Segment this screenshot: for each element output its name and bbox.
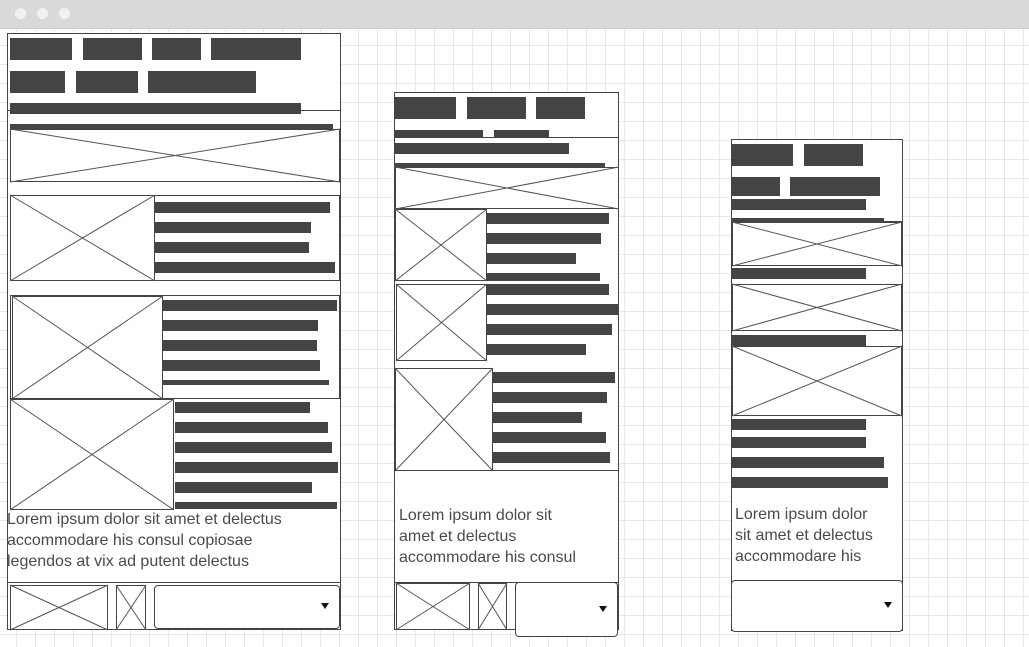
text-line [732, 268, 866, 279]
text-line [732, 335, 866, 346]
image-placeholder-icon [395, 582, 471, 631]
lorem-line: Lorem ipsum dolor sit [399, 507, 552, 524]
text-line [493, 372, 615, 383]
caret-down-icon [599, 605, 607, 612]
image-placeholder-icon [731, 283, 903, 332]
image-placeholder-icon [9, 584, 109, 631]
lorem-line: accommodare his consul copiosae [7, 532, 253, 549]
text-line [494, 130, 549, 138]
image-placeholder-icon [395, 283, 488, 362]
caret-down-icon [321, 603, 329, 609]
image-placeholder-icon [9, 194, 156, 282]
text-line [163, 300, 337, 311]
text-line [163, 380, 329, 385]
image-placeholder-icon [394, 166, 620, 210]
lorem-line: accommodare his [735, 548, 862, 565]
text-line [487, 273, 600, 281]
text-line [493, 432, 606, 443]
image-placeholder-icon [11, 295, 164, 400]
lorem-paragraph: Lorem ipsum dolor sit amet et delectus a… [7, 509, 282, 572]
text-line [163, 360, 320, 371]
nav-item[interactable] [732, 144, 793, 166]
text-line [487, 324, 612, 335]
image-placeholder-icon [115, 584, 147, 631]
nav-item[interactable] [467, 97, 526, 119]
text-line [175, 422, 328, 433]
dropdown-select[interactable] [154, 585, 340, 629]
text-line [732, 419, 866, 430]
text-line [487, 253, 576, 264]
nav-item[interactable] [790, 177, 880, 196]
dropdown-select[interactable] [515, 582, 618, 637]
text-line [163, 340, 317, 351]
lorem-line: amet et delectus [399, 528, 517, 545]
text-line [175, 502, 337, 509]
text-line [155, 242, 309, 253]
text-line [487, 284, 609, 295]
dropdown-select[interactable] [731, 580, 903, 632]
image-placeholder-icon [394, 367, 494, 472]
window-titlebar [0, 0, 1029, 29]
text-line [395, 143, 569, 154]
nav-item[interactable] [152, 38, 201, 60]
text-line [175, 442, 332, 453]
lorem-paragraph: Lorem ipsum dolor sit amet et delectus a… [735, 504, 873, 567]
text-line [732, 437, 866, 448]
window-minimize-dot[interactable] [37, 8, 48, 19]
lorem-line: legendos at vix ad putent delectus [7, 553, 249, 570]
text-line [175, 402, 310, 413]
text-line [487, 344, 586, 355]
image-placeholder-icon [731, 221, 903, 267]
nav-item[interactable] [148, 71, 256, 93]
nav-item[interactable] [83, 38, 142, 60]
text-line [175, 482, 312, 493]
text-line [155, 202, 330, 213]
caret-down-icon [884, 602, 892, 608]
window-maximize-dot[interactable] [59, 8, 70, 19]
image-placeholder-icon [394, 208, 488, 282]
text-line [493, 452, 610, 463]
text-line [10, 103, 301, 114]
nav-item[interactable] [804, 144, 863, 166]
lorem-line: Lorem ipsum dolor [735, 506, 868, 523]
text-line [732, 477, 888, 488]
text-line [155, 222, 311, 233]
text-line [732, 199, 866, 210]
text-line [487, 233, 601, 244]
window-close-dot[interactable] [15, 8, 26, 19]
nav-item[interactable] [10, 38, 72, 60]
nav-item[interactable] [732, 177, 780, 196]
image-placeholder-icon [9, 128, 341, 183]
image-placeholder-icon [9, 398, 175, 511]
text-line [175, 462, 338, 473]
lorem-line: sit amet et delectus [735, 527, 873, 544]
text-line [487, 304, 618, 315]
text-line [395, 130, 483, 138]
lorem-line: Lorem ipsum dolor sit amet et delectus [7, 511, 282, 528]
app-window: Lorem ipsum dolor sit amet et delectus a… [0, 0, 1029, 647]
image-placeholder-icon [731, 345, 903, 417]
nav-item[interactable] [211, 38, 301, 60]
text-line [487, 213, 609, 224]
nav-item[interactable] [536, 97, 585, 119]
image-placeholder-icon [477, 582, 508, 631]
text-line [155, 262, 335, 273]
text-line [493, 392, 607, 403]
nav-item[interactable] [76, 71, 138, 93]
text-line [493, 412, 582, 423]
nav-item[interactable] [10, 71, 65, 93]
text-line [732, 457, 884, 468]
lorem-line: accommodare his consul [399, 549, 576, 566]
text-line [163, 320, 318, 331]
lorem-paragraph: Lorem ipsum dolor sit amet et delectus a… [399, 505, 576, 568]
nav-item[interactable] [395, 97, 456, 119]
